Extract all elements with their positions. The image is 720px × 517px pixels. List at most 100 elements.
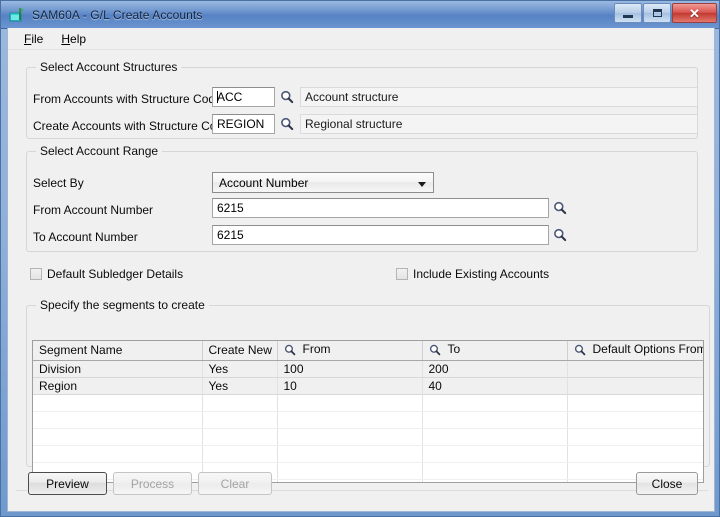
cell-segment-name[interactable]: Region	[33, 377, 203, 395]
cell-empty[interactable]	[422, 411, 568, 429]
from-account-number-label: From Account Number	[33, 203, 154, 217]
app-icon	[8, 6, 26, 24]
cell-empty[interactable]	[277, 479, 423, 482]
minimize-button[interactable]	[614, 3, 642, 23]
cell-empty[interactable]	[202, 428, 278, 446]
from-structure-code-finder-icon[interactable]	[280, 90, 294, 104]
select-by-value: Account Number	[219, 176, 309, 190]
application-window: SAM60A - G/L Create Accounts ✕ File Help…	[0, 0, 720, 517]
create-structure-code-label: Create Accounts with Structure Code	[33, 119, 230, 133]
cell-empty[interactable]	[202, 411, 278, 429]
cell-create-new[interactable]: Yes	[202, 360, 278, 378]
cell-empty[interactable]	[33, 428, 203, 446]
checkbox-box	[396, 268, 408, 280]
magnifier-icon[interactable]	[284, 344, 296, 359]
cell-empty[interactable]	[202, 394, 278, 412]
from-structure-code-label: From Accounts with Structure Code	[33, 92, 222, 106]
cell-empty[interactable]	[33, 445, 203, 463]
to-account-number-label: To Account Number	[33, 230, 138, 244]
cell-empty[interactable]	[567, 428, 703, 446]
chevron-down-icon	[418, 182, 426, 187]
select-account-range-legend: Select Account Range	[36, 144, 163, 158]
maximize-button[interactable]	[643, 3, 671, 23]
column-header-to-label: To	[447, 341, 461, 356]
client-area: File Help Select Account Structures From…	[7, 28, 715, 512]
cell-empty[interactable]	[33, 411, 203, 429]
menu-file[interactable]: File	[15, 30, 52, 48]
column-header-from[interactable]: From	[277, 341, 423, 361]
checkbox-box	[30, 268, 42, 280]
default-subledger-details-checkbox[interactable]: Default Subledger Details	[30, 267, 183, 281]
create-structure-code-finder-icon[interactable]	[280, 117, 294, 131]
select-by-label: Select By	[33, 176, 84, 190]
cell-default-options-from[interactable]	[567, 360, 703, 378]
from-account-number-input[interactable]: 6215	[212, 198, 549, 218]
process-button[interactable]: Process	[113, 472, 192, 495]
cell-empty[interactable]	[422, 394, 568, 412]
column-header-create-new-label: Create New	[208, 343, 272, 358]
column-header-from-label: From	[302, 341, 331, 356]
magnifier-icon[interactable]	[574, 344, 586, 359]
column-header-segment-name[interactable]: Segment Name	[33, 341, 203, 361]
cell-empty[interactable]	[33, 394, 203, 412]
column-header-default-options-from[interactable]: Default Options From	[567, 341, 704, 361]
cell-empty[interactable]	[277, 445, 423, 463]
default-subledger-details-label: Default Subledger Details	[47, 267, 184, 281]
cell-from[interactable]: 10	[277, 377, 423, 395]
title-bar[interactable]: SAM60A - G/L Create Accounts ✕	[1, 1, 719, 29]
clear-button-label: Clear	[220, 476, 250, 491]
cell-empty[interactable]	[567, 394, 703, 412]
table-row-empty[interactable]	[33, 411, 703, 429]
close-window-button[interactable]: ✕	[672, 3, 717, 23]
from-account-number-finder-icon[interactable]	[553, 201, 567, 215]
process-button-label: Process	[130, 476, 175, 491]
cell-empty[interactable]	[202, 445, 278, 463]
close-button[interactable]: Close	[636, 472, 698, 495]
magnifier-icon[interactable]	[429, 344, 441, 359]
to-account-number-input[interactable]: 6215	[212, 225, 549, 245]
preview-button-label: Preview	[46, 476, 89, 491]
preview-button[interactable]: Preview	[28, 472, 107, 495]
segments-table: Segment Name Create New From To Default …	[33, 341, 704, 482]
table-row-empty[interactable]	[33, 394, 703, 412]
column-header-to[interactable]: To	[422, 341, 568, 361]
cell-segment-name[interactable]: Division	[33, 360, 203, 378]
menu-bar: File Help	[8, 28, 714, 50]
table-row-empty[interactable]	[33, 428, 703, 446]
cell-empty[interactable]	[567, 411, 703, 429]
to-account-number-finder-icon[interactable]	[553, 228, 567, 242]
create-structure-code-input[interactable]: REGION	[212, 114, 275, 134]
cell-default-options-from[interactable]	[567, 377, 703, 395]
select-account-structures-legend: Select Account Structures	[36, 60, 182, 74]
cell-to[interactable]: 40	[422, 377, 568, 395]
cell-empty[interactable]	[277, 394, 423, 412]
table-row-empty[interactable]	[33, 445, 703, 463]
select-by-dropdown[interactable]: Account Number	[212, 172, 434, 193]
cell-empty[interactable]	[422, 462, 568, 480]
cell-empty[interactable]	[567, 445, 703, 463]
cell-empty[interactable]	[422, 445, 568, 463]
table-row[interactable]: Region Yes 10 40	[33, 377, 703, 395]
close-button-label: Close	[651, 476, 683, 491]
create-structure-description: Regional structure	[300, 114, 698, 134]
include-existing-accounts-checkbox[interactable]: Include Existing Accounts	[396, 267, 549, 281]
segments-grid[interactable]: Segment Name Create New From To Default …	[32, 340, 704, 483]
cell-empty[interactable]	[422, 479, 568, 482]
menu-help-label-rest: elp	[70, 31, 87, 46]
cell-from[interactable]: 100	[277, 360, 423, 378]
menu-file-label-rest: ile	[31, 31, 44, 46]
column-header-create-new[interactable]: Create New	[202, 341, 278, 361]
cell-empty[interactable]	[422, 428, 568, 446]
from-structure-description: Account structure	[300, 87, 698, 107]
cell-empty[interactable]	[277, 462, 423, 480]
cell-empty[interactable]	[277, 411, 423, 429]
column-header-default-options-from-label: Default Options From	[592, 341, 704, 356]
menu-help[interactable]: Help	[52, 30, 95, 48]
from-structure-code-input[interactable]: ACC	[212, 87, 275, 107]
cell-to[interactable]: 200	[422, 360, 568, 378]
cell-create-new[interactable]: Yes	[202, 377, 278, 395]
table-row[interactable]: Division Yes 100 200	[33, 360, 703, 378]
clear-button[interactable]: Clear	[198, 472, 272, 495]
cell-empty[interactable]	[277, 428, 423, 446]
table-header-row: Segment Name Create New From To Default …	[33, 341, 704, 361]
